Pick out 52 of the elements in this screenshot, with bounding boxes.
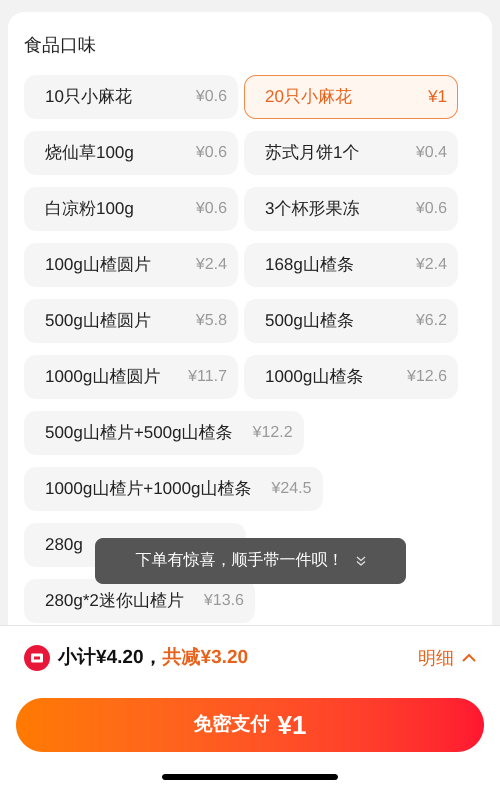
option-label: 500g山楂片+500g山楂条 — [45, 422, 233, 444]
option-chip[interactable]: 500g山楂圆片 ¥5.8 — [24, 299, 238, 343]
option-label: 烧仙草100g — [45, 142, 134, 164]
option-chip[interactable]: 烧仙草100g ¥0.6 — [24, 131, 238, 175]
option-chip[interactable]: 1000g山楂片+1000g山楂条 ¥24.5 — [24, 467, 323, 511]
option-label: 1000g山楂片+1000g山楂条 — [45, 478, 252, 500]
option-price: ¥12.6 — [406, 367, 447, 387]
option-label: 500g山楂条 — [265, 310, 354, 332]
option-chip[interactable]: 168g山楂条 ¥2.4 — [244, 243, 458, 287]
option-label: 苏式月饼1个 — [265, 142, 360, 164]
option-chip[interactable]: 苏式月饼1个 ¥0.4 — [244, 131, 458, 175]
subtotal-text: 小计¥4.20， — [58, 646, 163, 670]
double-chevron-down-icon — [356, 556, 366, 566]
option-label: 500g山楂圆片 — [45, 310, 151, 332]
option-label: 白凉粉100g — [45, 198, 134, 220]
coupon-icon — [24, 645, 50, 671]
option-price: ¥2.4 — [196, 255, 227, 275]
toast-text: 下单有惊喜，顺手带一件呗！ — [136, 550, 344, 571]
option-price: ¥2.4 — [416, 255, 447, 275]
option-chip[interactable]: 280g*2迷你山楂片 ¥13.6 — [24, 579, 255, 623]
option-label: 280g — [45, 534, 83, 556]
option-label: 20只小麻花 — [265, 86, 352, 108]
option-price: ¥12.2 — [252, 423, 293, 443]
option-chip[interactable]: 100g山楂圆片 ¥2.4 — [24, 243, 238, 287]
chevron-up-icon — [462, 653, 476, 663]
option-label: 10只小麻花 — [45, 86, 132, 108]
option-label: 3个杯形果冻 — [265, 198, 360, 220]
option-price: ¥11.7 — [188, 367, 227, 387]
option-chip[interactable]: 500g山楂片+500g山楂条 ¥12.2 — [24, 411, 304, 455]
option-chip[interactable]: 3个杯形果冻 ¥0.6 — [244, 187, 458, 231]
option-price: ¥0.6 — [416, 199, 447, 219]
option-price: ¥1 — [428, 86, 447, 108]
option-price: ¥0.6 — [196, 87, 227, 107]
discount-text: 共减¥3.20 — [162, 646, 248, 670]
option-price: ¥24.5 — [271, 479, 312, 499]
option-chip[interactable]: 1000g山楂圆片 ¥11.7 — [24, 355, 238, 399]
option-price: ¥0.6 — [196, 199, 227, 219]
option-chip[interactable]: 1000g山楂条 ¥12.6 — [244, 355, 458, 399]
option-price: ¥0.6 — [196, 143, 227, 163]
option-label: 1000g山楂条 — [265, 366, 364, 388]
option-label: 100g山楂圆片 — [45, 254, 151, 276]
option-chip[interactable]: 500g山楂条 ¥6.2 — [244, 299, 458, 343]
option-price: ¥0.4 — [416, 143, 447, 163]
option-chip[interactable]: 10只小麻花 ¥0.6 — [24, 75, 238, 119]
option-price: ¥6.2 — [416, 311, 447, 331]
option-chip[interactable]: 白凉粉100g ¥0.6 — [24, 187, 238, 231]
section-title: 食品口味 — [24, 34, 97, 57]
option-label: 168g山楂条 — [265, 254, 354, 276]
option-label: 280g*2迷你山楂片 — [45, 590, 184, 612]
option-price: ¥13.6 — [204, 591, 244, 611]
option-label: 1000g山楂圆片 — [45, 366, 160, 388]
option-price: ¥5.8 — [196, 311, 227, 331]
